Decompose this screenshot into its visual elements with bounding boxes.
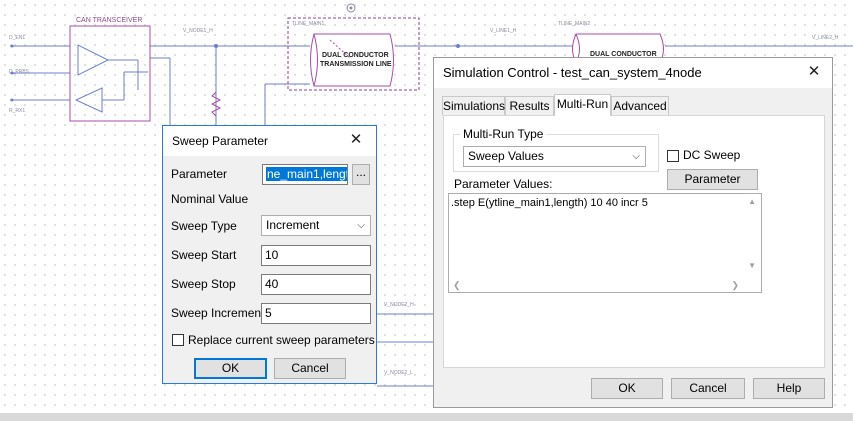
replace-sweep-checkbox[interactable] [172,334,184,346]
close-icon[interactable]: ✕ [796,58,832,88]
dialog-title: Simulation Control - test_can_system_4no… [443,65,702,80]
sweep-parameter-dialog: Sweep Parameter ✕ Parameter ne_main1,len… [162,125,377,384]
transceiver-label: CAN TRANSCEIVER [76,17,143,24]
d-en-label: D_EN1 [9,35,26,41]
node1-label: V_NODE1_H [183,28,213,34]
ok-button[interactable]: OK [591,378,663,399]
chevron-down-icon: ⌵ [632,151,640,162]
dialog-title: Sweep Parameter [172,134,269,148]
sweep-type-label: Sweep Type [171,219,237,233]
ok-button[interactable]: OK [194,358,267,379]
browse-button[interactable]: ... [352,164,370,185]
line2-label: V_LINE2_H [812,35,839,41]
parameter-values-text: .step E(ytline_main1,length) 10 40 incr … [451,197,648,209]
node2h-label: V_NODE2_H [384,302,414,308]
d-prbs-label: D_PRBS [9,69,30,75]
status-strip [0,413,853,421]
parameter-input[interactable]: ne_main1,length [262,164,348,185]
cancel-button[interactable]: Cancel [671,378,745,399]
tab-advanced[interactable]: Advanced [611,96,669,115]
tline-main-label: TLINE_MAIN1 [292,21,325,27]
node2l-label: V_NODE2_L [384,370,413,376]
r-rx-label: R_RX1 [9,108,26,114]
dc-sweep-checkbox[interactable] [667,150,679,162]
dialog-titlebar[interactable]: Simulation Control - test_can_system_4no… [434,58,832,88]
parameter-value: ne_main1,length [266,167,347,181]
multirun-type-value: Sweep Values [468,149,544,163]
sweep-type-select[interactable]: Increment ⌵ [261,215,371,236]
scroll-up-icon[interactable]: ▲ [748,197,756,206]
sweep-increment-input[interactable]: 5 [261,303,371,324]
dc-sweep-label: DC Sweep [683,148,741,162]
parameter-edit-button[interactable]: Parameter Edit... [667,169,758,205]
tline-main2-label: TLINE_MAIN2 [558,21,591,27]
parameter-values-textarea[interactable]: .step E(ytline_main1,length) 10 40 incr … [448,193,762,293]
sweep-start-label: Sweep Start [171,248,237,262]
multirun-type-select[interactable]: Sweep Values ⌵ [463,146,646,167]
sweep-start-input[interactable]: 10 [261,245,371,266]
scroll-right-icon[interactable]: ❯ [731,280,739,291]
dialog-titlebar[interactable]: Sweep Parameter ✕ [163,126,376,156]
sweep-type-value: Increment [266,218,320,232]
sweep-stop-label: Sweep Stop [171,277,236,291]
dual-conductor-label: DUAL CONDUCTOR [322,52,389,59]
tab-multi-run[interactable]: Multi-Run [554,94,611,116]
chevron-down-icon: ⌵ [357,220,365,231]
line1-label: V_LINE1_H [490,28,517,34]
multirun-type-label: Multi-Run Type [460,127,547,141]
help-button[interactable]: Help [753,378,825,399]
nominal-value-label: Nominal Value [171,192,249,206]
tab-simulations[interactable]: Simulations [442,96,505,115]
parameter-label: Parameter [171,167,228,181]
parameter-values-label: Parameter Values: [454,177,553,191]
sweep-stop-input[interactable]: 40 [261,274,371,295]
tab-results[interactable]: Results [505,96,554,115]
scroll-left-icon[interactable]: ❮ [453,280,461,291]
simulation-control-dialog: Simulation Control - test_can_system_4no… [433,57,833,408]
scroll-down-icon[interactable]: ▼ [748,261,756,270]
replace-sweep-label: Replace current sweep parameters [188,333,375,347]
cancel-button[interactable]: Cancel [274,358,346,379]
transmission-line-label: TRANSMISSION LINE [320,61,392,68]
close-icon[interactable]: ✕ [338,126,374,156]
sweep-increment-label: Sweep Increment [171,306,265,320]
